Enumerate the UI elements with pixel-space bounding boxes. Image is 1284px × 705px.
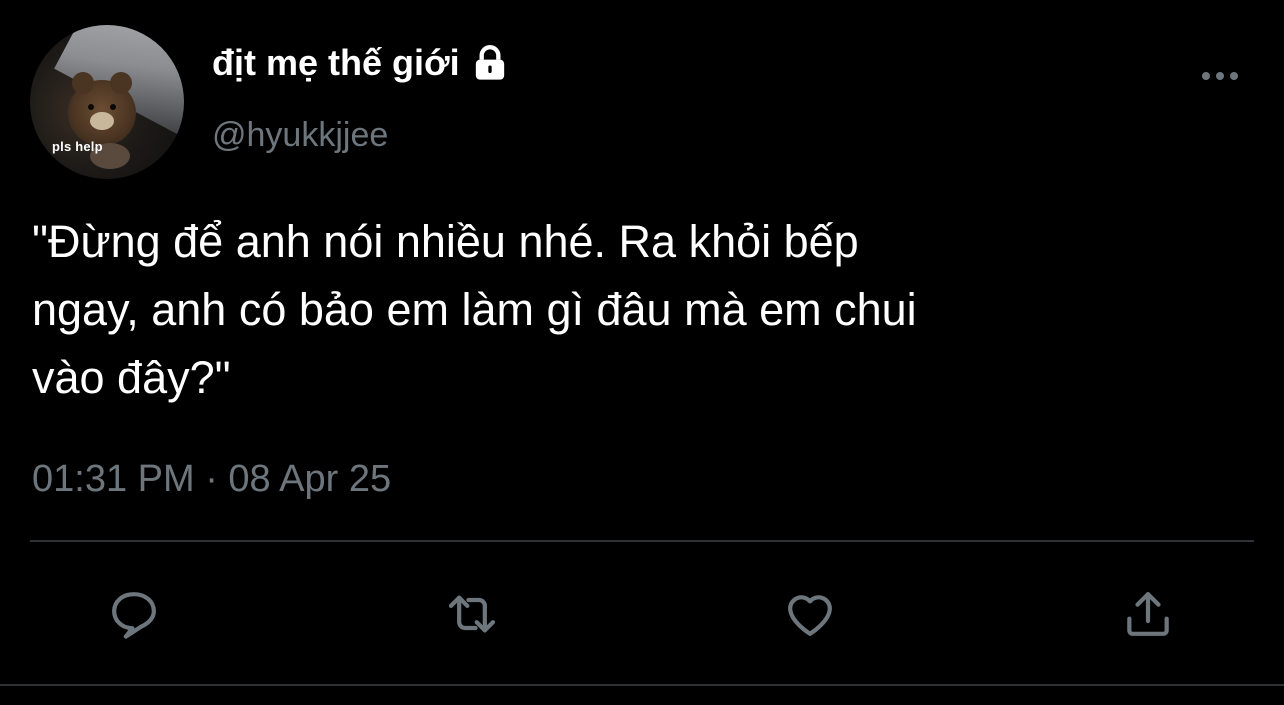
like-button[interactable] [780, 584, 840, 644]
bottom-divider [0, 684, 1284, 686]
user-handle[interactable]: @hyukkjjee [212, 116, 388, 155]
avatar[interactable]: pls help [30, 25, 184, 179]
retweet-icon [448, 595, 496, 633]
share-icon [1127, 592, 1169, 636]
more-icon[interactable] [1198, 66, 1242, 86]
retweet-button[interactable] [442, 584, 502, 644]
avatar-caption: pls help [52, 139, 103, 154]
lock-icon [475, 45, 504, 80]
display-name-text: địt mẹ thế giới [212, 42, 460, 83]
tweet-card: pls help địt mẹ thế giới @hyukkjjee "Đừn… [0, 0, 1284, 705]
heart-icon [788, 595, 832, 636]
share-button[interactable] [1118, 584, 1178, 644]
display-name[interactable]: địt mẹ thế giới [212, 42, 510, 84]
reply-button[interactable] [104, 584, 164, 644]
tweet-text: "Đừng để anh nói nhiều nhé. Ra khỏi bếp … [32, 216, 917, 403]
reply-icon [112, 592, 156, 639]
bear-eye-right [110, 104, 116, 110]
bear-eye-left [88, 104, 94, 110]
avatar-bear-plush [68, 72, 136, 146]
divider [30, 540, 1254, 542]
bear-ear-left [72, 72, 94, 94]
tweet-timestamp[interactable]: 01:31 PM · 08 Apr 25 [32, 458, 391, 501]
bear-ear-right [110, 72, 132, 94]
bear-muzzle [90, 112, 114, 130]
